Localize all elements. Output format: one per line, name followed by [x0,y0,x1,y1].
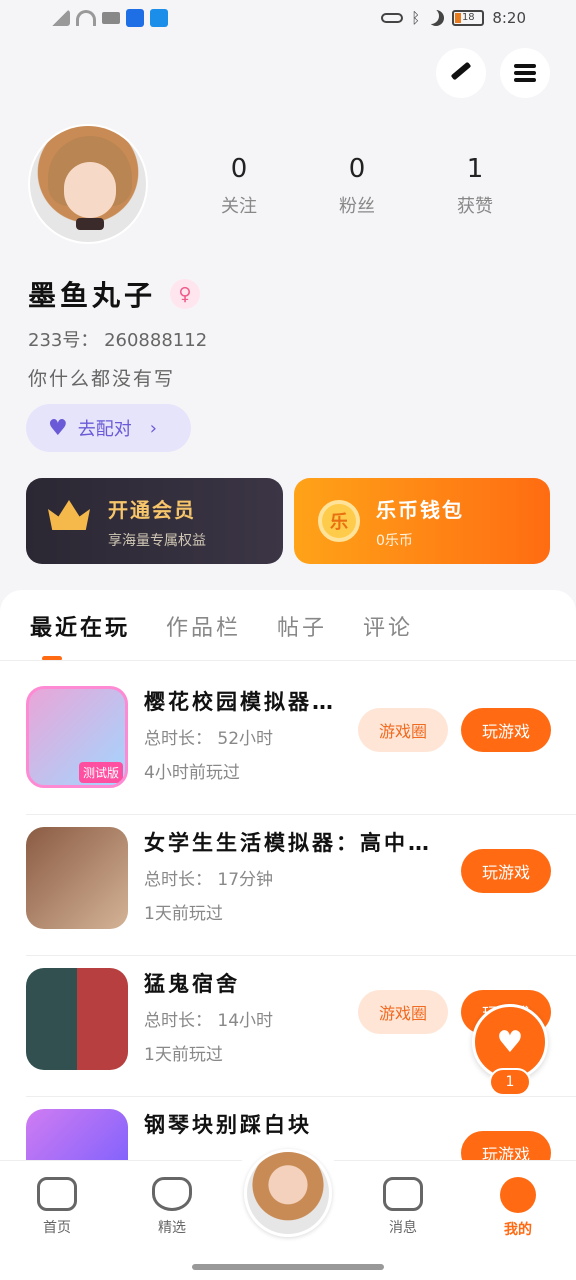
nav-featured[interactable]: 精选 [132,1177,212,1237]
home-indicator[interactable] [192,1264,384,1270]
divider [0,660,576,661]
pen-icon [450,61,472,81]
menu-button[interactable] [500,48,550,98]
list-item[interactable]: 女学生生活模拟器：高中… 总时长： 17分钟 1天前玩过 玩游戏 [26,815,576,956]
heart-icon: ♥ [496,1024,524,1060]
bluetooth-icon: ᛒ [411,9,421,27]
female-icon: ♀ [170,279,201,309]
game-playtime: 总时长： 17分钟 [144,870,274,890]
nav-me[interactable]: 我的 [478,1177,558,1239]
stat-label: 粉丝 [339,196,375,217]
match-button[interactable]: ♥ 去配对 › [26,404,191,452]
tab-bar: 最近在玩 作品栏 帖子 评论 [30,610,413,642]
wallet-title: 乐币钱包 [376,498,464,522]
stat-value: 0 [348,154,366,184]
user-bio: 你什么都没有写 [28,368,176,390]
camera-icon [102,12,120,24]
nav-center-avatar[interactable] [244,1149,332,1237]
tab-comments[interactable]: 评论 [363,610,413,642]
test-badge: 测试版 [78,762,123,783]
nav-home[interactable]: 首页 [17,1177,97,1237]
game-icon[interactable] [26,827,128,929]
chevron-right-icon: › [149,417,157,439]
tab-works[interactable]: 作品栏 [166,610,241,642]
crown-icon [48,500,90,538]
stat-followers[interactable]: 0 粉丝 [298,154,416,218]
app-notification-icon [126,9,144,27]
wallet-balance: 0乐币 [376,533,413,549]
battery-icon: 18 [452,10,485,26]
play-game-button[interactable]: 玩游戏 [461,849,551,893]
game-title: 钢琴块别踩白块 [144,1113,312,1137]
nav-label: 首页 [43,1220,71,1236]
nav-messages[interactable]: 消息 [363,1177,443,1237]
match-label: 去配对 [77,419,132,440]
nav-label: 精选 [158,1220,186,1236]
profile-stats: 0 关注 0 粉丝 1 获赞 [180,154,540,218]
stat-likes[interactable]: 1 获赞 [416,154,534,218]
game-last-played: 1天前玩过 [144,904,223,924]
name-row: 墨鱼丸子 ♀ [28,274,201,314]
tab-recent[interactable]: 最近在玩 [30,610,130,642]
game-icon[interactable] [26,968,128,1070]
game-last-played: 4小时前玩过 [144,763,240,783]
nav-label: 我的 [504,1222,532,1238]
key-icon [381,13,404,23]
game-last-played: 1天前玩过 [144,1045,223,1065]
vip-title: 开通会员 [108,498,196,522]
nav-label: 消息 [389,1220,417,1236]
heart-outline-icon [152,1177,192,1211]
stat-value: 0 [230,154,248,184]
user-name: 墨鱼丸子 [28,279,157,312]
game-circle-button[interactable]: 游戏圈 [358,708,448,752]
list-item[interactable]: 测试版 樱花校园模拟器… 总时长： 52小时 4小时前玩过 游戏圈 玩游戏 [26,674,576,815]
heart-icon: ♥ [48,415,68,441]
signal-icon [50,10,70,26]
avatar[interactable] [28,124,148,244]
edit-profile-button[interactable] [436,48,486,98]
game-playtime: 总时长： 14小时 [144,1011,274,1031]
game-playtime: 总时长： 52小时 [144,729,274,749]
gamepad-icon [37,1177,77,1211]
message-icon [383,1177,423,1211]
status-bar: ᛒ 18 8:20 [0,0,576,40]
game-title: 女学生生活模拟器：高中… [144,831,432,855]
menu-icon [514,64,536,82]
profile-icon [500,1177,536,1213]
vip-card[interactable]: 开通会员 享海量专属权益 [26,478,283,564]
play-game-button[interactable]: 玩游戏 [461,708,551,752]
tab-posts[interactable]: 帖子 [277,610,327,642]
wallet-card[interactable]: 乐 乐币钱包 0乐币 [294,478,550,564]
game-circle-button[interactable]: 游戏圈 [358,990,448,1034]
vip-subtitle: 享海量专属权益 [108,533,206,549]
game-icon[interactable]: 测试版 [26,686,128,788]
coin-icon: 乐 [318,500,360,542]
search-notification-icon [150,9,168,27]
clock: 8:20 [492,9,526,27]
stat-following[interactable]: 0 关注 [180,154,298,218]
stat-label: 关注 [221,196,257,217]
like-count-badge: 1 [489,1068,531,1096]
user-id: 233号： 260888112 [28,330,208,351]
moon-icon [428,10,444,26]
wifi-icon [76,10,96,26]
stat-value: 1 [466,154,484,184]
bottom-nav: 首页 精选 消息 我的 [0,1139,576,1254]
stat-label: 获赞 [457,196,493,217]
